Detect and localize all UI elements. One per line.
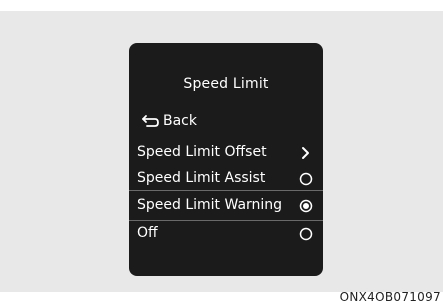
menu-item-speed-limit-offset[interactable]: Speed Limit Offset xyxy=(129,141,323,165)
menu-item-label: Speed Limit Warning xyxy=(137,197,283,213)
back-button[interactable]: Back xyxy=(141,113,197,129)
page-title: Speed Limit xyxy=(183,76,269,92)
chevron-right-icon xyxy=(302,147,309,159)
cluster-display: Speed Limit Back Speed Limit Offset Spee… xyxy=(129,43,323,276)
back-label: Back xyxy=(163,113,197,129)
menu-item-label: Speed Limit Assist xyxy=(137,170,266,186)
menu-item-off[interactable]: Off xyxy=(129,222,323,246)
menu-item-label: Off xyxy=(137,225,158,241)
menu-item-speed-limit-warning[interactable]: Speed Limit Warning xyxy=(129,194,323,218)
menu-item-speed-limit-assist[interactable]: Speed Limit Assist xyxy=(129,167,323,191)
radio-selected-icon xyxy=(299,199,313,213)
selection-divider-bottom xyxy=(129,220,323,221)
selection-divider-top xyxy=(129,190,323,191)
back-arrow-icon xyxy=(142,115,159,127)
radio-unselected-icon xyxy=(299,227,313,241)
radio-unselected-icon xyxy=(299,172,313,186)
figure-code: ONX4OB071097 xyxy=(339,290,441,304)
menu-item-label: Speed Limit Offset xyxy=(137,144,267,160)
